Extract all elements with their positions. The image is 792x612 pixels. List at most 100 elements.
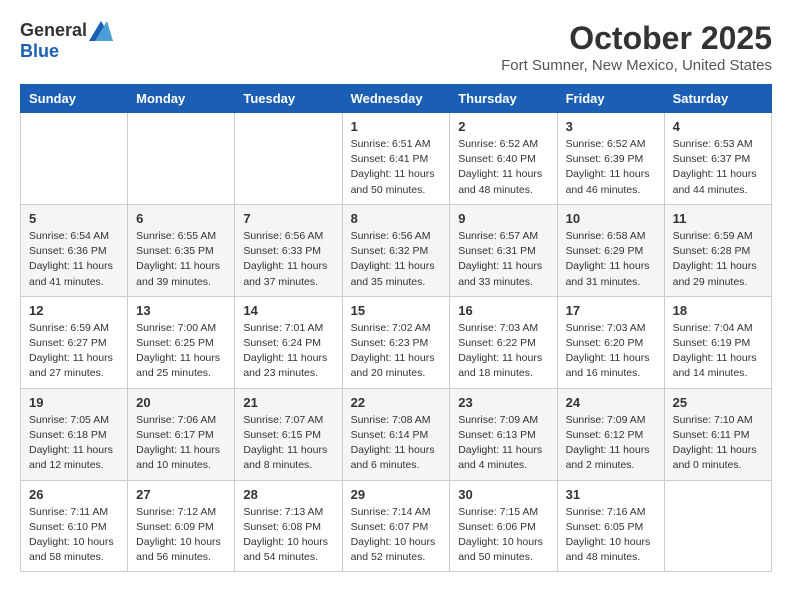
calendar-day-19: 19 Sunrise: 7:05 AM Sunset: 6:18 PM Dayli…: [21, 388, 128, 480]
day-number: 14: [243, 303, 333, 318]
calendar-day-29: 29 Sunrise: 7:14 AM Sunset: 6:07 PM Dayli…: [342, 480, 450, 572]
day-info: Sunrise: 7:00 AM Sunset: 6:25 PM Dayligh…: [136, 321, 226, 382]
calendar-week-row: 1 Sunrise: 6:51 AM Sunset: 6:41 PM Daylig…: [21, 113, 772, 205]
day-info: Sunrise: 6:55 AM Sunset: 6:35 PM Dayligh…: [136, 229, 226, 290]
day-info: Sunrise: 7:03 AM Sunset: 6:20 PM Dayligh…: [566, 321, 656, 382]
weekday-header-thursday: Thursday: [450, 85, 557, 113]
logo-blue-text: Blue: [20, 41, 59, 62]
day-number: 28: [243, 487, 333, 502]
calendar-table: SundayMondayTuesdayWednesdayThursdayFrid…: [20, 84, 772, 572]
page-header: General Blue October 2025 Fort Sumner, N…: [20, 20, 772, 74]
empty-cell: [664, 480, 771, 572]
weekday-header-row: SundayMondayTuesdayWednesdayThursdayFrid…: [21, 85, 772, 113]
day-info: Sunrise: 6:51 AM Sunset: 6:41 PM Dayligh…: [351, 137, 442, 198]
day-info: Sunrise: 7:06 AM Sunset: 6:17 PM Dayligh…: [136, 413, 226, 474]
calendar-day-5: 5 Sunrise: 6:54 AM Sunset: 6:36 PM Daylig…: [21, 204, 128, 296]
day-info: Sunrise: 7:16 AM Sunset: 6:05 PM Dayligh…: [566, 505, 656, 566]
day-info: Sunrise: 6:54 AM Sunset: 6:36 PM Dayligh…: [29, 229, 119, 290]
calendar-day-8: 8 Sunrise: 6:56 AM Sunset: 6:32 PM Daylig…: [342, 204, 450, 296]
calendar-day-28: 28 Sunrise: 7:13 AM Sunset: 6:08 PM Dayli…: [235, 480, 342, 572]
day-number: 27: [136, 487, 226, 502]
calendar-day-2: 2Sunrise: 6:52 AM Sunset: 6:40 PM Daylig…: [450, 113, 557, 205]
day-number: 20: [136, 395, 226, 410]
empty-cell: [235, 113, 342, 205]
calendar-day-18: 18Sunrise: 7:04 AM Sunset: 6:19 PM Dayli…: [664, 296, 771, 388]
weekday-header-sunday: Sunday: [21, 85, 128, 113]
calendar-day-17: 17 Sunrise: 7:03 AM Sunset: 6:20 PM Dayli…: [557, 296, 664, 388]
day-number: 3: [566, 119, 656, 134]
day-number: 26: [29, 487, 119, 502]
day-number: 29: [351, 487, 442, 502]
day-info: Sunrise: 7:13 AM Sunset: 6:08 PM Dayligh…: [243, 505, 333, 566]
calendar-day-1: 1 Sunrise: 6:51 AM Sunset: 6:41 PM Daylig…: [342, 113, 450, 205]
day-number: 4: [673, 119, 763, 134]
day-info: Sunrise: 6:52 AM Sunset: 6:39 PM Dayligh…: [566, 137, 656, 198]
day-info: Sunrise: 6:59 AM Sunset: 6:27 PM Dayligh…: [29, 321, 119, 382]
day-info: Sunrise: 7:02 AM Sunset: 6:23 PM Dayligh…: [351, 321, 442, 382]
calendar-day-15: 15 Sunrise: 7:02 AM Sunset: 6:23 PM Dayli…: [342, 296, 450, 388]
calendar-week-row: 26Sunrise: 7:11 AM Sunset: 6:10 PM Dayli…: [21, 480, 772, 572]
title-block: October 2025 Fort Sumner, New Mexico, Un…: [501, 20, 772, 74]
day-number: 8: [351, 211, 442, 226]
calendar-day-22: 22Sunrise: 7:08 AM Sunset: 6:14 PM Dayli…: [342, 388, 450, 480]
calendar-week-row: 19 Sunrise: 7:05 AM Sunset: 6:18 PM Dayli…: [21, 388, 772, 480]
day-info: Sunrise: 7:09 AM Sunset: 6:12 PM Dayligh…: [566, 413, 656, 474]
calendar-day-24: 24 Sunrise: 7:09 AM Sunset: 6:12 PM Dayli…: [557, 388, 664, 480]
calendar-day-23: 23Sunrise: 7:09 AM Sunset: 6:13 PM Dayli…: [450, 388, 557, 480]
calendar-day-21: 21Sunrise: 7:07 AM Sunset: 6:15 PM Dayli…: [235, 388, 342, 480]
day-info: Sunrise: 7:05 AM Sunset: 6:18 PM Dayligh…: [29, 413, 119, 474]
day-info: Sunrise: 7:09 AM Sunset: 6:13 PM Dayligh…: [458, 413, 548, 474]
empty-cell: [128, 113, 235, 205]
day-info: Sunrise: 6:59 AM Sunset: 6:28 PM Dayligh…: [673, 229, 763, 290]
calendar-day-10: 10 Sunrise: 6:58 AM Sunset: 6:29 PM Dayli…: [557, 204, 664, 296]
day-info: Sunrise: 7:10 AM Sunset: 6:11 PM Dayligh…: [673, 413, 763, 474]
day-number: 16: [458, 303, 548, 318]
day-number: 5: [29, 211, 119, 226]
weekday-header-saturday: Saturday: [664, 85, 771, 113]
day-number: 21: [243, 395, 333, 410]
weekday-header-tuesday: Tuesday: [235, 85, 342, 113]
day-number: 25: [673, 395, 763, 410]
weekday-header-monday: Monday: [128, 85, 235, 113]
weekday-header-wednesday: Wednesday: [342, 85, 450, 113]
day-number: 19: [29, 395, 119, 410]
day-info: Sunrise: 6:57 AM Sunset: 6:31 PM Dayligh…: [458, 229, 548, 290]
calendar-day-11: 11 Sunrise: 6:59 AM Sunset: 6:28 PM Dayli…: [664, 204, 771, 296]
day-info: Sunrise: 7:14 AM Sunset: 6:07 PM Dayligh…: [351, 505, 442, 566]
day-number: 11: [673, 211, 763, 226]
calendar-day-30: 30Sunrise: 7:15 AM Sunset: 6:06 PM Dayli…: [450, 480, 557, 572]
logo: General Blue: [20, 20, 113, 62]
day-info: Sunrise: 7:15 AM Sunset: 6:06 PM Dayligh…: [458, 505, 548, 566]
calendar-day-27: 27 Sunrise: 7:12 AM Sunset: 6:09 PM Dayli…: [128, 480, 235, 572]
calendar-day-6: 6 Sunrise: 6:55 AM Sunset: 6:35 PM Daylig…: [128, 204, 235, 296]
calendar-day-31: 31 Sunrise: 7:16 AM Sunset: 6:05 PM Dayli…: [557, 480, 664, 572]
day-number: 1: [351, 119, 442, 134]
calendar-day-7: 7Sunrise: 6:56 AM Sunset: 6:33 PM Daylig…: [235, 204, 342, 296]
day-info: Sunrise: 7:12 AM Sunset: 6:09 PM Dayligh…: [136, 505, 226, 566]
calendar-day-9: 9 Sunrise: 6:57 AM Sunset: 6:31 PM Daylig…: [450, 204, 557, 296]
day-info: Sunrise: 6:56 AM Sunset: 6:32 PM Dayligh…: [351, 229, 442, 290]
day-info: Sunrise: 6:58 AM Sunset: 6:29 PM Dayligh…: [566, 229, 656, 290]
day-number: 2: [458, 119, 548, 134]
calendar-day-25: 25 Sunrise: 7:10 AM Sunset: 6:11 PM Dayli…: [664, 388, 771, 480]
day-info: Sunrise: 7:04 AM Sunset: 6:19 PM Dayligh…: [673, 321, 763, 382]
calendar-day-3: 3 Sunrise: 6:52 AM Sunset: 6:39 PM Daylig…: [557, 113, 664, 205]
calendar-day-12: 12Sunrise: 6:59 AM Sunset: 6:27 PM Dayli…: [21, 296, 128, 388]
calendar-day-16: 16 Sunrise: 7:03 AM Sunset: 6:22 PM Dayli…: [450, 296, 557, 388]
day-number: 15: [351, 303, 442, 318]
day-number: 13: [136, 303, 226, 318]
day-number: 24: [566, 395, 656, 410]
day-number: 31: [566, 487, 656, 502]
day-number: 6: [136, 211, 226, 226]
day-number: 17: [566, 303, 656, 318]
location-text: Fort Sumner, New Mexico, United States: [501, 57, 772, 74]
calendar-day-13: 13 Sunrise: 7:00 AM Sunset: 6:25 PM Dayli…: [128, 296, 235, 388]
calendar-day-14: 14Sunrise: 7:01 AM Sunset: 6:24 PM Dayli…: [235, 296, 342, 388]
day-info: Sunrise: 7:08 AM Sunset: 6:14 PM Dayligh…: [351, 413, 442, 474]
day-info: Sunrise: 6:53 AM Sunset: 6:37 PM Dayligh…: [673, 137, 763, 198]
day-info: Sunrise: 7:03 AM Sunset: 6:22 PM Dayligh…: [458, 321, 548, 382]
day-number: 9: [458, 211, 548, 226]
day-number: 10: [566, 211, 656, 226]
calendar-week-row: 5 Sunrise: 6:54 AM Sunset: 6:36 PM Daylig…: [21, 204, 772, 296]
month-title: October 2025: [501, 20, 772, 57]
